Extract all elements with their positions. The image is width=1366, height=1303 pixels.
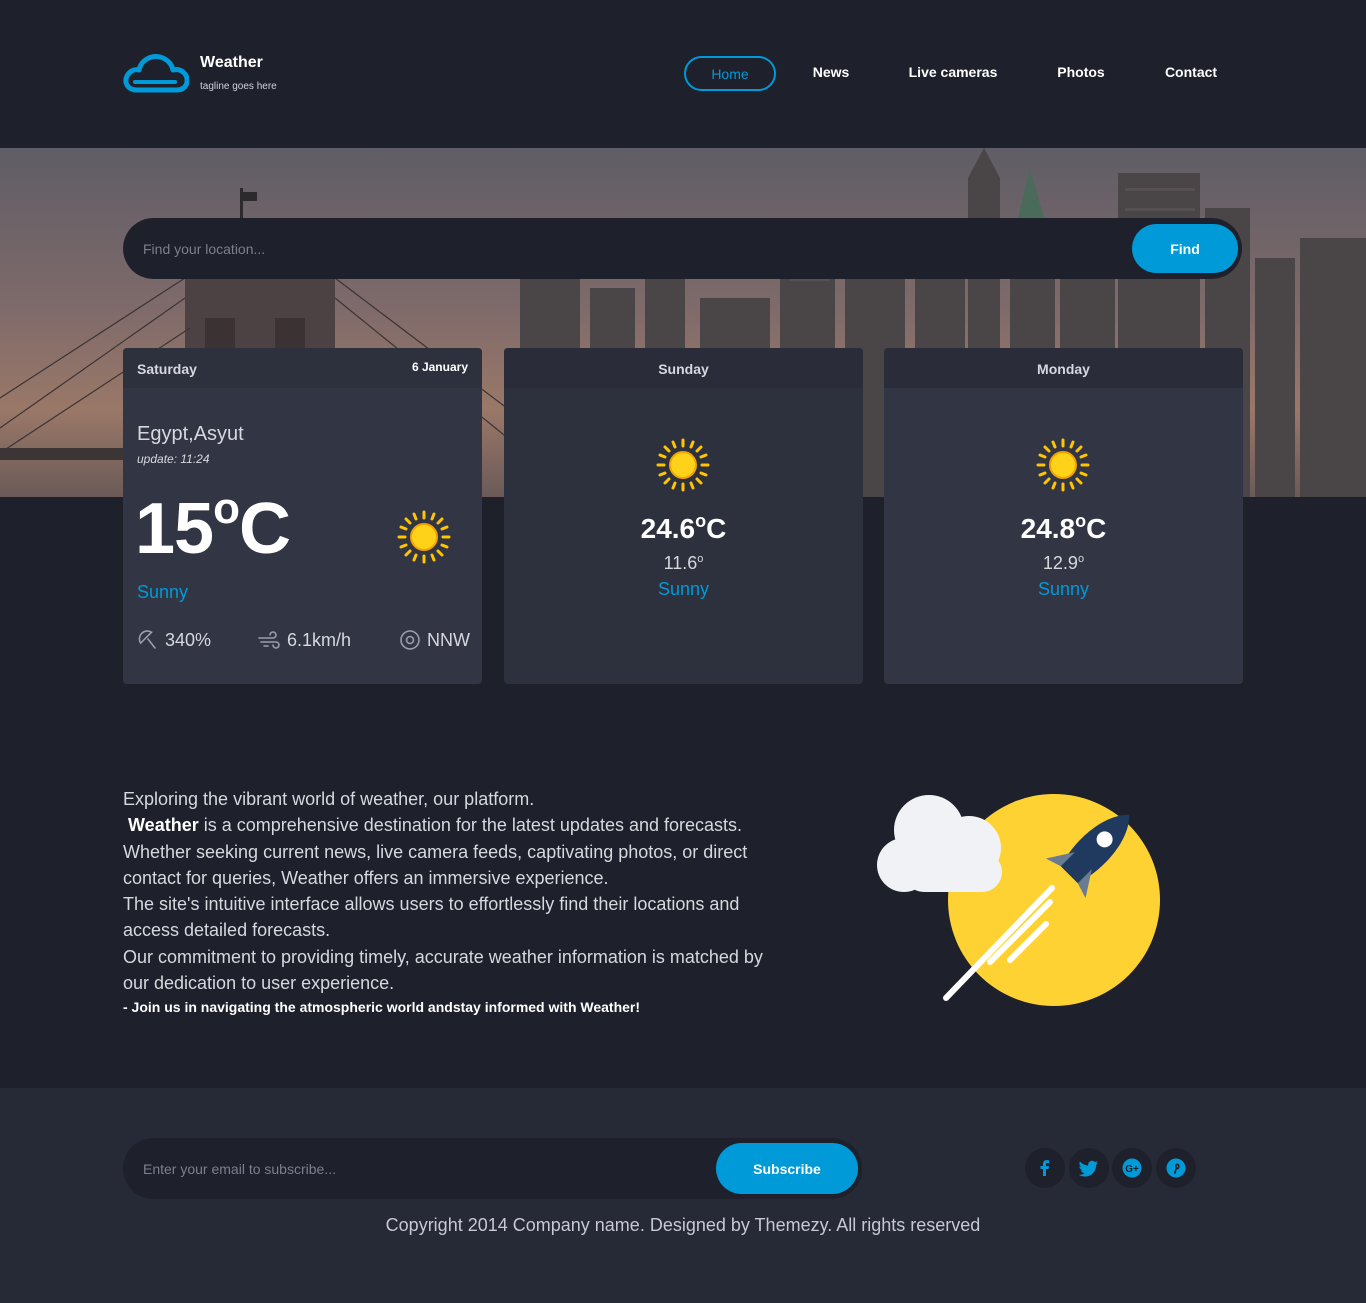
today-forecast-card: Saturday 6 January Egypt,Asyut update: 1… [123, 348, 482, 684]
compass-icon [400, 630, 420, 650]
max-temperature: 24.6oC [640, 511, 727, 544]
sun-icon [656, 438, 710, 492]
update-time: update: 11:24 [137, 452, 210, 466]
site-header: Weather tagline goes here Home News Live… [0, 0, 1366, 148]
find-button[interactable]: Find [1132, 224, 1238, 273]
forecast-day: Sunday [658, 361, 709, 377]
forecast-date: 6 January [411, 360, 468, 374]
location-name: Egypt,Asyut [137, 423, 244, 445]
nav-contact[interactable]: Contact [1158, 56, 1224, 91]
nav-photos[interactable]: Photos [1048, 56, 1114, 91]
forecast-card-sunday: Sunday 24.6oC 11.6o Sunny [504, 348, 863, 684]
sun-icon [1036, 438, 1090, 492]
weather-condition: Sunny [137, 582, 189, 602]
wind-icon [258, 631, 280, 649]
cloud-logo-icon[interactable] [123, 52, 189, 94]
card-header: Sunday [504, 348, 863, 388]
subscribe-form: Subscribe [123, 1138, 862, 1199]
weather-condition: Sunny [1037, 579, 1090, 599]
nav-news[interactable]: News [800, 56, 862, 91]
svg-text:G+: G+ [1125, 1164, 1139, 1175]
wind-direction-readout: NNW [399, 629, 470, 651]
about-call-to-action: - Join us in navigating the atmospheric … [123, 999, 641, 1016]
location-search-bar: Find [123, 218, 1242, 279]
max-temperature: 24.8oC [1020, 511, 1107, 544]
subscribe-email-input[interactable] [143, 1138, 713, 1199]
about-text: Exploring the vibrant world of weather, … [123, 786, 763, 1017]
card-header: Monday [884, 348, 1243, 388]
forecast-card-monday: Monday 24.8oC 12.9o Sunny [884, 348, 1243, 684]
twitter-icon[interactable] [1069, 1148, 1109, 1188]
wind-speed-readout: 6.1km/h [257, 629, 351, 651]
rocket-moon-illustration [877, 794, 1161, 1007]
site-title[interactable]: Weather [200, 54, 263, 72]
sun-icon [397, 510, 451, 564]
forecast-day: Saturday [137, 361, 197, 377]
weather-condition: Sunny [657, 579, 710, 599]
about-line: Whether seeking current news, live camer… [123, 841, 748, 888]
google-plus-icon[interactable]: G+ [1112, 1148, 1152, 1188]
humidity-readout: 340% [137, 629, 211, 651]
card-header: Saturday 6 January [123, 348, 482, 388]
pinterest-icon[interactable] [1156, 1148, 1196, 1188]
nav-live-cameras[interactable]: Live cameras [900, 56, 1006, 91]
location-search-input[interactable] [143, 218, 1103, 279]
about-line: Our commitment to providing timely, accu… [123, 946, 763, 994]
nav-home[interactable]: Home [684, 56, 776, 91]
facebook-icon[interactable] [1025, 1148, 1065, 1188]
about-brand: Weather [128, 815, 199, 836]
copyright-text: Copyright 2014 Company name. Designed by… [385, 1215, 981, 1235]
min-temperature: 11.6o [663, 553, 704, 573]
current-temperature: 15oC [135, 484, 291, 569]
min-temperature: 12.9o [1042, 553, 1085, 573]
about-line: Weather is a comprehensive destination f… [128, 815, 743, 836]
subscribe-button[interactable]: Subscribe [716, 1143, 858, 1194]
forecast-day: Monday [1037, 361, 1090, 377]
site-footer: Subscribe G+ Copyright 2014 Company name… [0, 1088, 1366, 1303]
about-line: The site's intuitive interface allows us… [123, 894, 740, 941]
site-tagline: tagline goes here [200, 81, 277, 92]
about-line: Exploring the vibrant world of weather, … [123, 789, 535, 809]
umbrella-icon [138, 630, 156, 649]
